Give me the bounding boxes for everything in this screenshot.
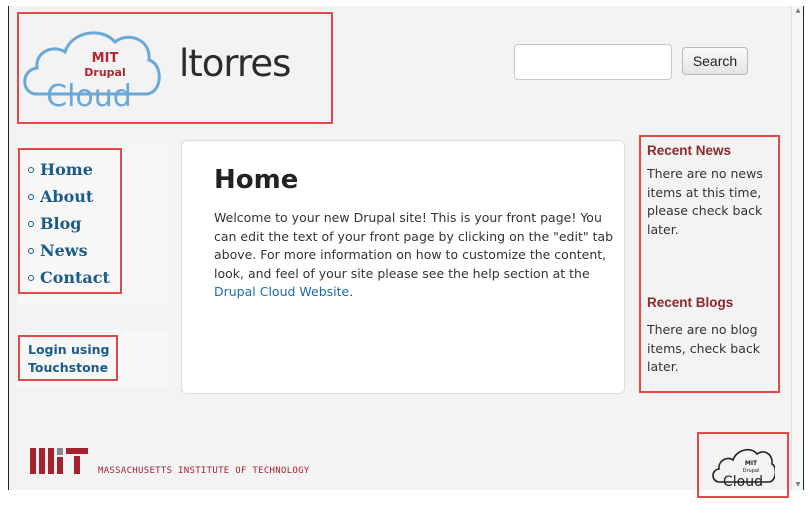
body-text-end: . <box>349 284 354 299</box>
nav-item-contact[interactable]: Contact <box>28 264 110 291</box>
search-input[interactable] <box>514 44 672 80</box>
bullet-icon <box>28 274 34 281</box>
bullet-icon <box>28 247 34 254</box>
footer-logo-mit-text: MIT <box>745 460 758 467</box>
page-body-text: Welcome to your new Drupal site! This is… <box>214 209 614 302</box>
footer-logo-cloud-text: Cloud <box>723 474 763 488</box>
login-region: Login using Touchstone <box>18 335 118 381</box>
footer-drupal-cloud-logo-icon[interactable]: MIT Drupal Cloud <box>711 442 775 488</box>
nav-item-home[interactable]: Home <box>28 156 110 183</box>
nav-link-label[interactable]: News <box>40 241 88 260</box>
recent-news-text: There are no news items at this time, pl… <box>647 166 763 237</box>
main-content-card: Home Welcome to your new Drupal site! Th… <box>181 140 625 394</box>
institute-name: MASSACHUSETTS INSTITUTE OF TECHNOLOGY <box>98 466 310 476</box>
logo-mit-text: MIT <box>92 51 119 66</box>
scroll-up-arrow-icon[interactable]: ▲ <box>792 6 804 16</box>
nav-link-label[interactable]: Contact <box>40 268 110 287</box>
recent-blogs-title: Recent Blogs <box>647 295 734 310</box>
footer-cloud-region: MIT Drupal Cloud <box>697 432 789 498</box>
nav-link-label[interactable]: Blog <box>40 214 81 233</box>
nav-item-news[interactable]: News <box>28 237 110 264</box>
nav-link-label[interactable]: Home <box>40 160 93 179</box>
nav-list: Home About Blog News Contact <box>28 156 110 291</box>
mit-drupal-cloud-logo-icon[interactable]: MIT Drupal Cloud <box>23 22 163 108</box>
bullet-icon <box>28 166 34 173</box>
nav-link-label[interactable]: About <box>40 187 93 206</box>
nav-item-about[interactable]: About <box>28 183 110 210</box>
login-link-line2[interactable]: Touchstone <box>28 359 110 377</box>
nav-item-blog[interactable]: Blog <box>28 210 110 237</box>
logo-drupal-text: Drupal <box>84 66 125 79</box>
vertical-scrollbar[interactable]: ▲ ▼ <box>791 6 803 490</box>
header-logo-region: MIT Drupal Cloud ltorres <box>17 12 333 124</box>
scroll-down-arrow-icon[interactable]: ▼ <box>792 480 804 490</box>
touchstone-login-link[interactable]: Login using Touchstone <box>28 341 110 377</box>
page-title: Home <box>214 165 299 195</box>
body-text: Welcome to your new Drupal site! This is… <box>214 210 614 281</box>
primary-navigation: Home About Blog News Contact <box>18 148 122 294</box>
logo-cloud-text: Cloud <box>46 79 132 108</box>
site-name[interactable]: ltorres <box>179 42 291 85</box>
bullet-icon <box>28 220 34 227</box>
right-sidebar: Recent News There are no news items at t… <box>639 135 780 393</box>
recent-news-title: Recent News <box>647 143 732 158</box>
mit-logo-icon[interactable] <box>30 446 88 476</box>
recent-blogs-text: There are no blog items, check back late… <box>647 322 760 374</box>
login-link-line1[interactable]: Login using <box>28 341 110 359</box>
drupal-cloud-website-link[interactable]: Drupal Cloud Website <box>214 284 349 299</box>
bullet-icon <box>28 193 34 200</box>
search-button[interactable]: Search <box>682 47 748 75</box>
